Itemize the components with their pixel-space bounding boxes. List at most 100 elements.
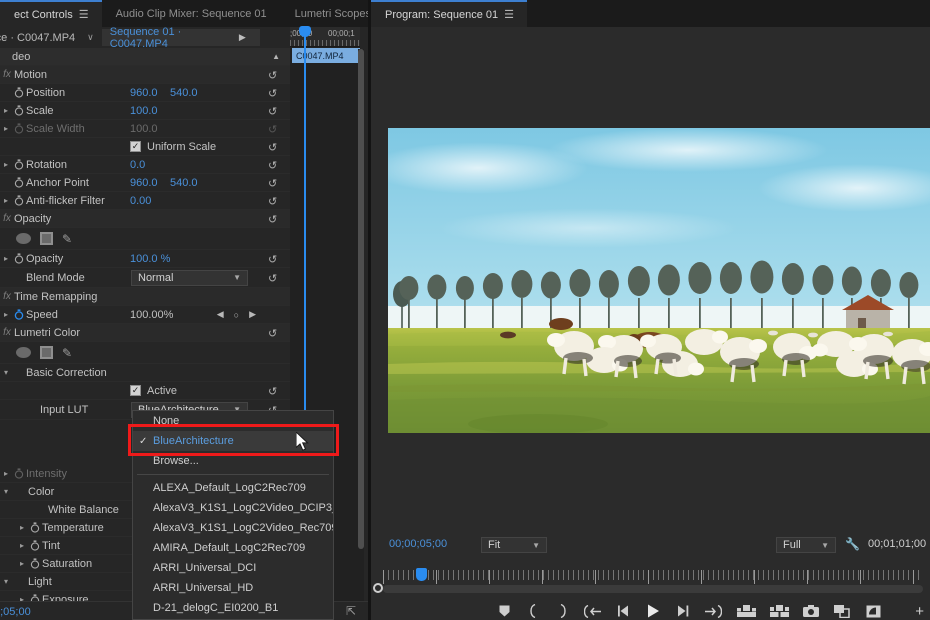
position-y-value[interactable]: 540.0 (170, 87, 198, 99)
disclosure-icon[interactable]: ▸ (0, 254, 12, 263)
rectangle-mask-icon[interactable] (40, 232, 53, 245)
lumetri-mask-tools[interactable]: ✎ (0, 342, 290, 364)
menu-item-browse[interactable]: Browse... (133, 451, 333, 471)
disclosure-icon[interactable]: ▸ (16, 559, 28, 568)
active-checkbox[interactable]: ✓ (130, 385, 141, 396)
menu-item-preset-4[interactable]: ARRI_Universal_DCI (133, 558, 333, 578)
mark-out-button[interactable] (554, 603, 570, 619)
stopwatch-icon[interactable] (12, 253, 26, 264)
add-marker-button[interactable] (496, 603, 512, 619)
disclosure-icon[interactable]: ▸ (0, 106, 12, 115)
reset-icon[interactable]: ↺ (268, 253, 280, 266)
program-monitor-scrub-track[interactable] (383, 585, 923, 593)
stopwatch-icon[interactable] (12, 159, 26, 170)
disclosure-icon[interactable]: ▸ (0, 310, 12, 319)
tab-effect-controls[interactable]: ect Controls ☰ (0, 0, 102, 27)
ellipse-mask-icon[interactable] (16, 233, 31, 244)
anchor-y-value[interactable]: 540.0 (170, 177, 198, 189)
settings-button[interactable] (864, 603, 882, 619)
lumetri-color-group-row[interactable]: fx Lumetri Color ↺ (0, 324, 290, 342)
pen-mask-icon[interactable]: ✎ (62, 346, 72, 360)
reset-icon[interactable]: ↺ (268, 141, 280, 154)
tab-audio-clip-mixer[interactable]: Audio Clip Mixer: Sequence 01 (102, 0, 281, 27)
property-row-anti-flicker[interactable]: ▸ Anti-flicker Filter 0.00 ↺ (0, 192, 290, 210)
basic-correction-row[interactable]: ▾ Basic Correction (0, 364, 290, 382)
property-row-rotation[interactable]: ▸ Rotation 0.0 ↺ (0, 156, 290, 174)
ellipse-mask-icon[interactable] (16, 347, 31, 358)
stopwatch-icon[interactable] (12, 87, 26, 98)
reset-icon[interactable]: ↺ (268, 159, 280, 172)
property-row-opacity[interactable]: ▸ Opacity 100.0 % ↺ (0, 250, 290, 268)
chevron-right-icon[interactable]: ▶ (239, 32, 250, 43)
property-row-speed[interactable]: ▸ Speed 100.00% ◀ ○ ▶ (0, 306, 290, 324)
property-row-position[interactable]: Position 960.0 540.0 ↺ (0, 84, 290, 102)
stopwatch-icon[interactable] (28, 522, 42, 533)
play-stop-button[interactable] (645, 603, 661, 619)
program-monitor-playhead[interactable] (416, 568, 427, 581)
program-monitor-video[interactable] (388, 128, 930, 433)
chevron-down-icon[interactable]: ▾ (0, 368, 12, 377)
reset-icon[interactable]: ↺ (268, 327, 280, 340)
wrench-icon[interactable]: 🔧 (845, 537, 860, 551)
transport-controls[interactable]: + (371, 602, 930, 620)
reset-icon[interactable]: ↺ (268, 385, 280, 398)
reset-icon[interactable]: ↺ (268, 272, 280, 285)
tab-program-monitor[interactable]: Program: Sequence 01 ☰ (371, 0, 528, 27)
hamburger-icon[interactable]: ☰ (79, 8, 89, 21)
menu-item-none[interactable]: None (133, 411, 333, 431)
go-to-in-button[interactable] (583, 603, 603, 619)
anchor-x-value[interactable]: 960.0 (130, 177, 158, 189)
uniform-scale-checkbox[interactable]: ✓ (130, 141, 141, 152)
reset-icon[interactable]: ↺ (268, 195, 280, 208)
reset-icon[interactable]: ↺ (268, 105, 280, 118)
step-forward-button[interactable] (674, 603, 690, 619)
mini-timeline-clip[interactable]: C0047.MP4 (292, 48, 360, 63)
stopwatch-icon[interactable] (28, 540, 42, 551)
rectangle-mask-icon[interactable] (40, 346, 53, 359)
next-keyframe-icon[interactable]: ▶ (249, 309, 256, 320)
chevron-down-icon[interactable]: ∨ (87, 32, 94, 43)
stopwatch-icon[interactable] (12, 195, 26, 206)
rotation-value[interactable]: 0.0 (130, 159, 145, 171)
menu-item-preset-3[interactable]: AMIRA_Default_LogC2Rec709 (133, 538, 333, 558)
menu-item-preset-1[interactable]: AlexaV3_K1S1_LogC2Video_DCIP3_EE (133, 498, 333, 518)
anti-flicker-value[interactable]: 0.00 (130, 195, 151, 207)
pen-mask-icon[interactable]: ✎ (62, 232, 72, 246)
lift-button[interactable] (736, 603, 756, 619)
property-row-uniform-scale[interactable]: ✓ Uniform Scale ↺ (0, 138, 290, 156)
stopwatch-icon[interactable] (28, 558, 42, 569)
stopwatch-icon[interactable] (12, 177, 26, 188)
property-row-active[interactable]: ✓ Active ↺ (0, 382, 290, 400)
export-icon[interactable]: ⇱ (346, 604, 356, 618)
reset-icon[interactable]: ↺ (268, 69, 280, 82)
blend-mode-select[interactable]: Normal ▼ (131, 269, 248, 286)
effect-controls-scrollbar[interactable] (358, 49, 364, 601)
step-back-button[interactable] (616, 603, 632, 619)
previous-keyframe-icon[interactable]: ◀ (217, 309, 224, 320)
go-to-out-button[interactable] (703, 603, 723, 619)
in-point-marker-icon[interactable] (373, 583, 383, 593)
menu-item-preset-0[interactable]: ALEXA_Default_LogC2Rec709 (133, 478, 333, 498)
effect-controls-timecode[interactable]: 0;05;00 (0, 606, 31, 618)
disclosure-icon[interactable]: ▸ (0, 469, 12, 478)
playhead-timecode[interactable]: 00;00;05;00 (389, 538, 447, 550)
menu-item-preset-2[interactable]: AlexaV3_K1S1_LogC2Video_Rec709_EE (133, 518, 333, 538)
speed-value[interactable]: 100.00% (130, 309, 173, 321)
time-remapping-group-row[interactable]: fx Time Remapping (0, 288, 290, 306)
menu-item-preset-5[interactable]: ARRI_Universal_HD (133, 578, 333, 598)
opacity-mask-tools[interactable]: ✎ (0, 228, 290, 250)
chevron-down-icon[interactable]: ▾ (0, 577, 12, 586)
stopwatch-icon[interactable] (12, 105, 26, 116)
property-row-scale[interactable]: ▸ Scale 100.0 ↺ (0, 102, 290, 120)
panel-tabbar[interactable]: ect Controls ☰ Audio Clip Mixer: Sequenc… (0, 0, 402, 27)
keyframe-navigator[interactable]: ◀ ○ ▶ (217, 309, 256, 320)
opacity-value[interactable]: 100.0 % (130, 253, 170, 265)
chevron-down-icon[interactable]: ▾ (0, 487, 12, 496)
disclosure-icon[interactable]: ▸ (0, 160, 12, 169)
zoom-level-select[interactable]: Fit ▼ (481, 537, 547, 553)
reset-icon[interactable]: ↺ (268, 213, 280, 226)
disclosure-icon[interactable]: ▸ (16, 523, 28, 532)
disclosure-icon[interactable]: ▸ (16, 541, 28, 550)
comparison-view-button[interactable] (833, 603, 851, 619)
resolution-select[interactable]: Full ▼ (776, 537, 836, 553)
